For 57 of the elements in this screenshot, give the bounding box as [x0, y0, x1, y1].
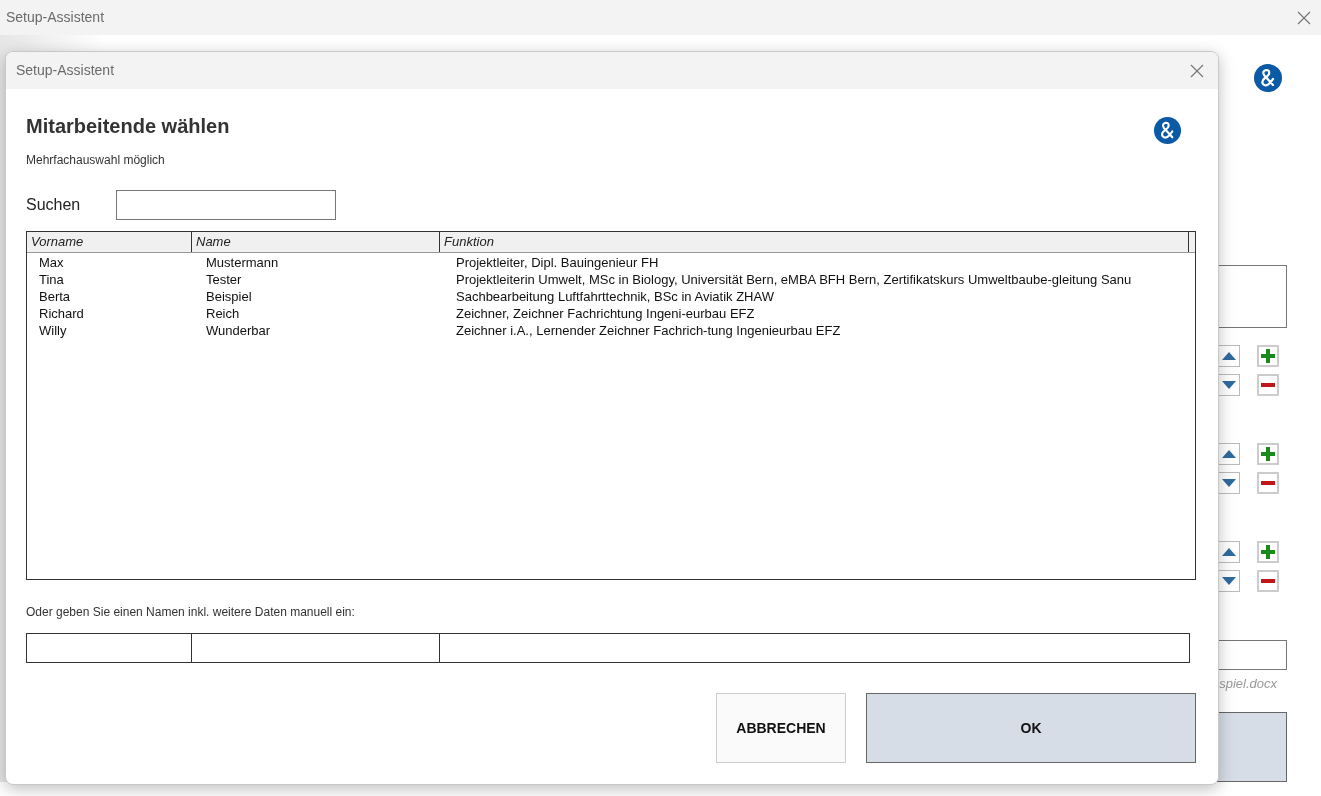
- ok-button[interactable]: OK: [866, 693, 1196, 763]
- move-up-button[interactable]: [1217, 345, 1240, 367]
- triangle-up-icon: [1221, 548, 1236, 556]
- close-icon[interactable]: [1297, 10, 1311, 25]
- triangle-down-icon: [1221, 577, 1236, 585]
- move-up-button[interactable]: [1217, 443, 1240, 465]
- search-field[interactable]: [116, 190, 336, 220]
- minus-icon: [1261, 481, 1275, 485]
- search-label: Suchen: [26, 195, 82, 215]
- move-down-button[interactable]: [1217, 374, 1240, 396]
- table-cell-text: Projektleiterin Umwelt, MSc in Biology, Universität Bern, eMBA BFH Bern, Zertifikatskurs Umweltbaube-gleitung Sanu: [455, 271, 1133, 288]
- remove-button[interactable]: [1257, 472, 1279, 494]
- column-header[interactable]: Funktion: [440, 232, 1189, 252]
- column-header[interactable]: Name: [192, 232, 440, 252]
- column-header[interactable]: Vorname: [27, 232, 192, 252]
- manual-entry-hint: Oder geben Sie einen Namen inkl. weitere Daten manuell ein:: [26, 604, 356, 621]
- add-button[interactable]: [1257, 443, 1279, 465]
- table-cell-text: Wunderbar: [205, 322, 272, 339]
- move-down-button[interactable]: [1217, 472, 1240, 494]
- table-cell-text: Mustermann: [205, 254, 280, 271]
- minus-icon: [1261, 383, 1275, 387]
- ampersand-logo-icon: [1153, 116, 1182, 145]
- triangle-down-icon: [1221, 479, 1236, 487]
- dialog-title: Setup-Assistent: [16, 61, 115, 80]
- table-cell-text: Richard: [38, 305, 85, 322]
- ampersand-logo-icon: [1253, 63, 1283, 93]
- remove-button[interactable]: [1257, 570, 1279, 592]
- table-cell-text: Tester: [205, 271, 243, 288]
- plus-icon: [1261, 545, 1275, 559]
- table-cell-text: Tina: [38, 271, 65, 288]
- add-button[interactable]: [1257, 345, 1279, 367]
- table-cell-text: Zeichner, Zeichner Fachrichtung Ingeni-eurbau EFZ: [455, 305, 756, 322]
- triangle-up-icon: [1221, 352, 1236, 360]
- minus-icon: [1261, 579, 1275, 583]
- plus-icon: [1261, 447, 1275, 461]
- dialog-subtitle: Mehrfachauswahl möglich: [26, 152, 166, 169]
- file-name: spiel.docx: [1219, 675, 1277, 693]
- table-cell-text: Zeichner i.A., Lernender Zeichner Fachrich-tung Ingenieurbau EFZ: [455, 322, 842, 339]
- plus-icon: [1261, 349, 1275, 363]
- triangle-down-icon: [1221, 381, 1236, 389]
- cancel-button[interactable]: ABBRECHEN: [716, 693, 846, 763]
- table-cell-text: Sachbearbeitung Luftfahrttechnik, BSc in Aviatik ZHAW: [455, 288, 775, 305]
- triangle-up-icon: [1221, 450, 1236, 458]
- dialog-heading: Mitarbeitende wählen: [26, 114, 230, 139]
- table-cell-text: Projektleiter, Dipl. Bauingenieur FH: [455, 254, 660, 271]
- table-cell-text: Willy: [38, 322, 68, 339]
- table-cell-text: Max: [38, 254, 65, 271]
- close-icon[interactable]: [1190, 63, 1204, 78]
- move-up-button[interactable]: [1217, 541, 1240, 563]
- employee-table[interactable]: [26, 231, 1196, 580]
- remove-button[interactable]: [1257, 374, 1279, 396]
- move-down-button[interactable]: [1217, 570, 1240, 592]
- table-cell-text: Berta: [38, 288, 72, 305]
- window-title: Setup-Assistent: [6, 8, 105, 27]
- table-cell-text: Beispiel: [205, 288, 253, 305]
- table-cell-text: Reich: [205, 305, 241, 322]
- add-button[interactable]: [1257, 541, 1279, 563]
